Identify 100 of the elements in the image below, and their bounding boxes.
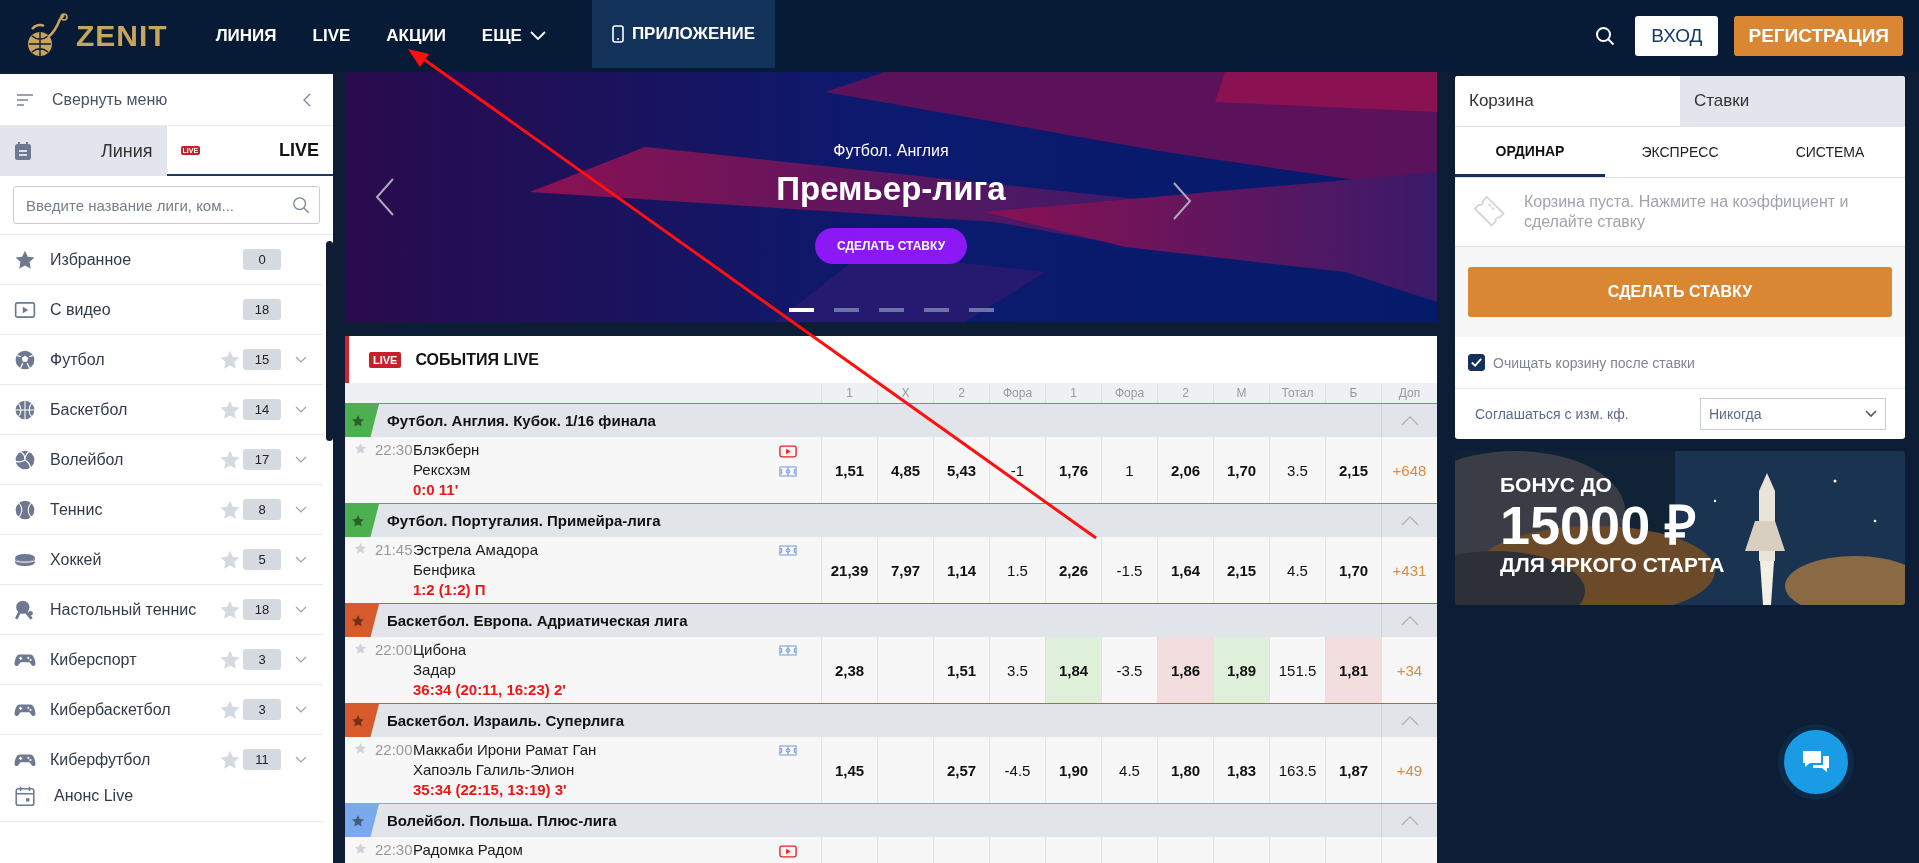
chevron-up-icon[interactable] [1400,415,1419,426]
odds-cell[interactable]: 1,86 [1157,637,1213,703]
league-search-field[interactable]: Введите название лиги, ком... [13,186,320,224]
sport-menu-item[interactable]: Футбол 15 [0,335,323,385]
star-icon[interactable] [354,742,367,755]
live-score: 0:0 11' [413,481,460,499]
video-icon[interactable] [779,445,797,458]
cart-tab[interactable]: Ставки [1680,76,1905,126]
count-badge: 11 [243,749,281,770]
app-link[interactable]: ПРИЛОЖЕНИЕ [591,0,776,68]
event-time: 22:30 [375,441,411,460]
count-badge: 3 [243,649,281,670]
chevron-down-icon[interactable] [295,605,307,614]
nav-link[interactable]: АКЦИИ [368,0,464,72]
nav-link[interactable]: LIVE [294,0,369,72]
star-icon[interactable] [354,642,367,655]
star-icon[interactable] [354,542,367,555]
sport-menu-item[interactable]: Киберфутбол 11 [0,735,323,771]
place-bet-button[interactable]: СДЕЛАТЬ СТАВКУ [814,228,968,264]
nav-link[interactable]: ЛИНИЯ [197,0,295,72]
star-icon[interactable] [354,442,367,455]
sport-menu-item[interactable]: Киберспорт 3 [0,635,323,685]
sport-menu-item[interactable]: Хоккей 5 [0,535,323,585]
count-badge: 15 [243,349,281,370]
chevron-down-icon[interactable] [295,755,307,764]
star-icon[interactable] [354,842,367,855]
tennis-ball-icon [14,498,36,521]
bet-type-tab[interactable]: ЭКСПРЕСС [1605,127,1755,177]
chevron-up-icon[interactable] [1400,815,1419,826]
paddle-icon [14,598,36,621]
bet-type-tab[interactable]: СИСТЕМА [1755,127,1905,177]
login-button[interactable]: ВХОД [1635,16,1719,56]
chevron-up-icon[interactable] [1400,715,1419,726]
scrollbar-thumb[interactable] [326,241,333,441]
video-icon[interactable] [779,845,797,858]
team-name[interactable]: Эстрела Амадора [413,541,761,559]
star-icon[interactable] [351,713,365,728]
team-name[interactable]: Блэкберн [413,441,761,459]
star-icon[interactable] [351,413,365,428]
soccer-ball-icon [14,348,36,371]
empty-cart-message: Корзина пуста. Нажмите на коэффициент и сделайте ставку [1523,192,1850,232]
team-name[interactable]: Рексхэм [413,461,761,479]
logo-wordmark[interactable]: ZENIT [76,19,168,53]
bonus-banner[interactable]: БОНУС ДО 15000 ₽ ДЛЯ ЯРКОГО СТАРТА [1455,451,1905,605]
chevron-down-icon[interactable] [295,655,307,664]
chevron-down-icon[interactable] [295,555,307,564]
chevron-down-icon[interactable] [295,405,307,414]
chevron-up-icon[interactable] [1400,615,1419,626]
star-icon[interactable] [351,613,365,628]
team-name[interactable]: Бенфика [413,561,761,579]
team-name[interactable]: Цибона [413,641,761,659]
chevron-down-icon[interactable] [295,455,307,464]
count-badge: 18 [243,299,281,320]
chevron-down-icon[interactable] [295,705,307,714]
sport-menu-item[interactable]: Волейбол 17 [0,435,323,485]
star-icon[interactable] [351,813,365,828]
phone-icon [611,25,624,43]
star-icon[interactable] [351,513,365,528]
odds-change-dropdown[interactable]: Никогда [1700,398,1886,430]
field-icon[interactable] [779,466,797,477]
field-icon[interactable] [779,745,797,756]
chevron-down-icon[interactable] [295,505,307,514]
field-icon[interactable] [779,545,797,556]
more-menu[interactable]: ЕЩЕ [463,0,564,72]
announcement-menu-item[interactable]: Анонс Live [0,771,323,822]
count-badge: 18 [243,599,281,620]
search-icon[interactable] [1595,26,1616,46]
odds-cell[interactable]: 1,81 [1325,637,1381,703]
chevron-left-icon[interactable] [375,177,395,217]
team-name[interactable]: Радомка Радом [413,841,761,859]
team-name[interactable]: Задар [413,661,761,679]
live-score: 35:34 (22:15, 13:19) 3' [413,781,568,799]
team-name[interactable]: Хапоэль Галиль-Элион [413,761,761,779]
team-name[interactable]: Маккаби Ирони Рамат Ган [413,741,761,759]
count-badge: 5 [243,549,281,570]
event-time: 22:00 [375,641,411,660]
sidebar-tab[interactable]: Линия [0,126,167,176]
menu-icon [16,92,34,107]
live-score: 1:2 (1:2) П [413,581,487,599]
sport-menu-item[interactable]: Теннис 8 [0,485,323,535]
slide-indicator[interactable] [788,308,814,312]
chevron-up-icon[interactable] [1400,515,1419,526]
field-icon[interactable] [779,645,797,656]
odds-cell[interactable]: 1,89 [1213,637,1269,703]
sport-menu-item[interactable]: Кибербаскетбол 3 [0,685,323,735]
event-time: 22:00 [375,741,411,760]
collapse-menu-label: Свернуть меню [52,90,169,109]
sport-menu-item[interactable]: С видео 18 [0,285,323,335]
chat-icon [1801,749,1831,775]
chevron-down-icon[interactable] [295,355,307,364]
basketball-icon [14,398,36,421]
sport-menu-item[interactable]: Настольный теннис 18 [0,585,323,635]
bonus-text: БОНУС ДО [1500,473,1613,497]
chevron-left-icon [303,92,311,107]
sport-menu-item[interactable]: Баскетбол 14 [0,385,323,435]
sport-menu-item[interactable]: Избранное 0 [0,235,323,285]
checkbox[interactable] [1468,354,1485,371]
bet-type-tab[interactable]: ОРДИНАР [1455,127,1605,177]
live-badge: LIVE [369,351,402,368]
odds-cell[interactable]: 1,84 [1045,637,1101,703]
